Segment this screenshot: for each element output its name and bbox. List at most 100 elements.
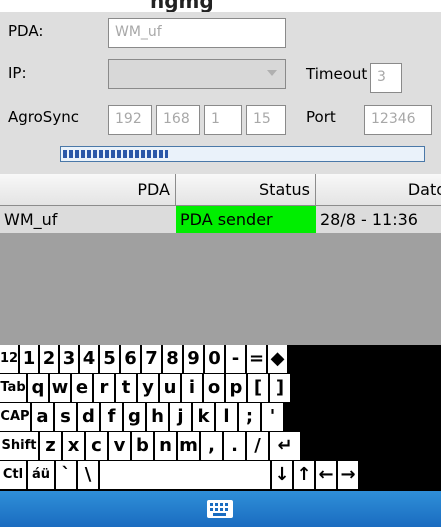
key-d[interactable]: d — [78, 403, 99, 431]
key-right-bracket[interactable]: ] — [270, 374, 290, 402]
keyboard-row-3: CAP a s d f g h j k l ; ' — [0, 403, 441, 432]
key-o[interactable]: o — [204, 374, 224, 402]
backspace-icon: ◆ — [270, 348, 285, 369]
agrosync-label: AgroSync — [8, 108, 79, 126]
progress-bar — [60, 146, 425, 162]
key-tab[interactable]: Tab — [0, 374, 26, 402]
keyboard-row-1: 123 1 2 3 4 5 6 7 8 9 0 - = ◆ — [0, 345, 441, 374]
key-arrow-left[interactable]: ← — [316, 461, 336, 489]
key-i[interactable]: i — [182, 374, 202, 402]
key-123[interactable]: 123 — [0, 345, 18, 373]
key-u[interactable]: u — [160, 374, 180, 402]
cell-status: PDA sender — [176, 206, 316, 233]
key-a[interactable]: a — [32, 403, 53, 431]
key-comma[interactable]: , — [201, 432, 222, 460]
key-0[interactable]: 0 — [205, 345, 224, 373]
backspace-key[interactable]: ◆ — [268, 345, 287, 373]
arrow-left-icon: ← — [318, 464, 334, 485]
timeout-field[interactable]: 3 — [370, 63, 402, 93]
chevron-down-icon — [267, 70, 277, 76]
timeout-label: Timeout — [306, 65, 368, 83]
key-4[interactable]: 4 — [80, 345, 98, 373]
taskbar — [0, 491, 441, 527]
key-m[interactable]: m — [178, 432, 199, 460]
pda-name-field[interactable]: WM_uf — [108, 18, 286, 48]
ip-octet-3-field[interactable]: 1 — [204, 105, 242, 135]
pda-list[interactable]: PDA Status Dato WM_uf PDA sender 28/8 - … — [0, 174, 441, 345]
key-left-bracket[interactable]: [ — [248, 374, 268, 402]
table-row[interactable]: WM_uf PDA sender 28/8 - 11:36 — [0, 206, 441, 233]
key-semicolon[interactable]: ; — [239, 403, 260, 431]
key-ctl[interactable]: Ctl — [0, 461, 26, 489]
key-b[interactable]: b — [132, 432, 153, 460]
port-field[interactable]: 12346 — [364, 105, 432, 135]
key-x[interactable]: x — [63, 432, 84, 460]
key-5[interactable]: 5 — [100, 345, 119, 373]
key-k[interactable]: k — [193, 403, 214, 431]
cell-dato: 28/8 - 11:36 — [320, 210, 418, 229]
arrow-up-icon: ↑ — [296, 464, 312, 485]
key-3[interactable]: 3 — [60, 345, 78, 373]
cell-pda: WM_uf — [4, 210, 58, 229]
column-header-dato[interactable]: Dato — [316, 174, 441, 206]
keyboard-row-4: Shift z x c v b n m , . / ↵ — [0, 432, 441, 461]
key-accents[interactable]: áü — [28, 461, 54, 489]
key-s[interactable]: s — [55, 403, 76, 431]
key-v[interactable]: v — [109, 432, 130, 460]
key-q[interactable]: q — [28, 374, 48, 402]
key-p[interactable]: p — [226, 374, 246, 402]
key-backslash[interactable]: \ — [78, 461, 98, 489]
key-t[interactable]: t — [116, 374, 136, 402]
key-l[interactable]: l — [216, 403, 237, 431]
key-arrow-down[interactable]: ↓ — [272, 461, 292, 489]
key-e[interactable]: e — [72, 374, 92, 402]
ip-dropdown[interactable] — [108, 59, 286, 89]
key-n[interactable]: n — [155, 432, 176, 460]
key-7[interactable]: 7 — [142, 345, 161, 373]
key-w[interactable]: w — [50, 374, 70, 402]
key-r[interactable]: r — [94, 374, 114, 402]
key-8[interactable]: 8 — [163, 345, 182, 373]
key-backtick[interactable]: ` — [56, 461, 76, 489]
key-1[interactable]: 1 — [20, 345, 38, 373]
column-header-pda[interactable]: PDA — [0, 174, 176, 206]
key-c[interactable]: c — [86, 432, 107, 460]
ip-octet-2-field[interactable]: 168 — [156, 105, 200, 135]
key-6[interactable]: 6 — [121, 345, 140, 373]
keyboard-icon[interactable] — [207, 500, 233, 518]
key-j[interactable]: j — [170, 403, 191, 431]
key-arrow-right[interactable]: → — [338, 461, 358, 489]
key-y[interactable]: y — [138, 374, 158, 402]
title-strip: ngmg — [0, 0, 441, 12]
key-minus[interactable]: - — [226, 345, 245, 373]
key-z[interactable]: z — [40, 432, 61, 460]
key-shift[interactable]: Shift — [0, 432, 38, 460]
port-label: Port — [306, 108, 336, 126]
enter-icon: ↵ — [277, 435, 293, 456]
column-header-status[interactable]: Status — [176, 174, 316, 206]
key-arrow-up[interactable]: ↑ — [294, 461, 314, 489]
key-period[interactable]: . — [224, 432, 245, 460]
progress-fill — [63, 150, 168, 158]
list-header: PDA Status Dato — [0, 174, 441, 206]
ip-label: IP: — [8, 64, 27, 82]
key-quote[interactable]: ' — [262, 403, 283, 431]
arrow-right-icon: → — [340, 464, 356, 485]
key-caps[interactable]: CAP — [0, 403, 30, 431]
key-equals[interactable]: = — [247, 345, 266, 373]
soft-keyboard: 123 1 2 3 4 5 6 7 8 9 0 - = ◆ Tab q w e … — [0, 345, 441, 491]
pda-label: PDA: — [8, 22, 44, 40]
arrow-down-icon: ↓ — [274, 464, 290, 485]
key-f[interactable]: f — [101, 403, 122, 431]
key-h[interactable]: h — [147, 403, 168, 431]
key-slash[interactable]: / — [247, 432, 268, 460]
ip-octet-1-field[interactable]: 192 — [108, 105, 152, 135]
spacebar[interactable] — [100, 461, 270, 489]
keyboard-row-2: Tab q w e r t y u i o p [ ] — [0, 374, 441, 403]
key-2[interactable]: 2 — [40, 345, 58, 373]
enter-key[interactable]: ↵ — [270, 432, 300, 460]
key-9[interactable]: 9 — [184, 345, 203, 373]
ip-octet-4-field[interactable]: 15 — [246, 105, 286, 135]
key-g[interactable]: g — [124, 403, 145, 431]
keyboard-row-5: Ctl áü ` \ ↓ ↑ ← → — [0, 461, 441, 490]
